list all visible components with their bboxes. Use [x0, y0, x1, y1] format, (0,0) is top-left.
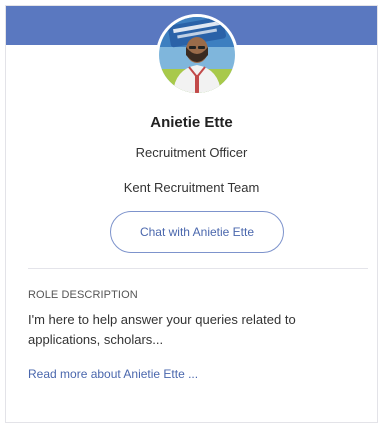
chat-button[interactable]: Chat with Anietie Ette — [110, 211, 284, 253]
profile-team: Kent Recruitment Team — [123, 180, 260, 195]
role-description-label: ROLE DESCRIPTION — [28, 289, 138, 301]
avatar-photo — [159, 17, 235, 93]
profile-name: Anietie Ette — [150, 114, 233, 131]
section-divider — [28, 268, 368, 269]
avatar — [156, 14, 238, 96]
profile-card: Anietie Ette Recruitment Officer Kent Re… — [5, 5, 378, 423]
profile-role: Recruitment Officer — [135, 145, 248, 160]
role-description-text: I'm here to help answer your queries rel… — [28, 312, 296, 347]
read-more-link[interactable]: Read more about Anietie Ette ... — [28, 367, 198, 381]
